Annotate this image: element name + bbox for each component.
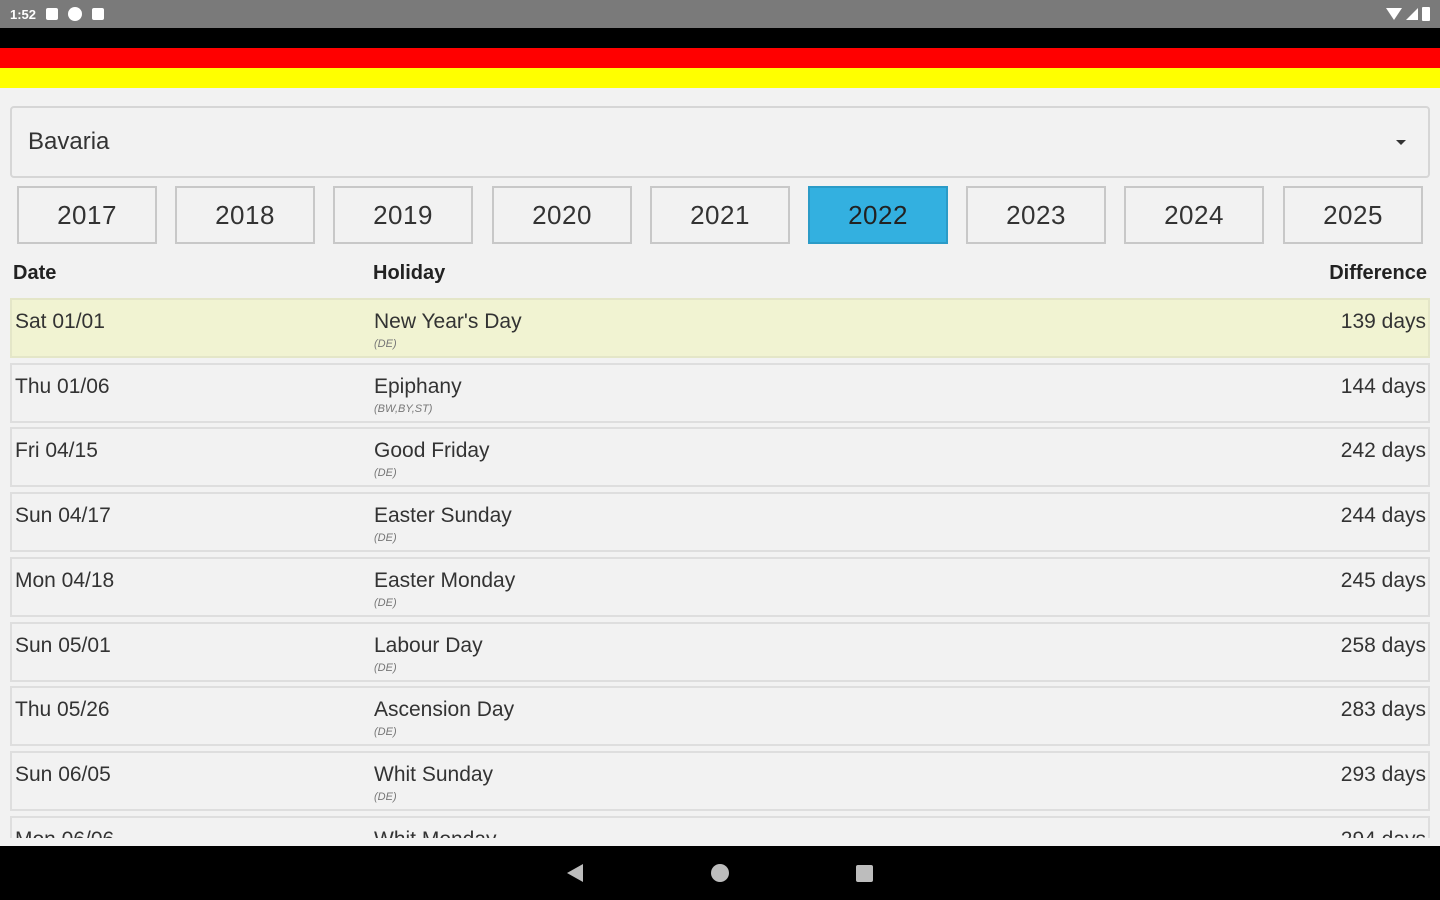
sd-card-icon	[92, 8, 105, 20]
table-row[interactable]: Sat 01/01 New Year's Day (DE) 139 days	[10, 298, 1430, 358]
header-difference: Difference	[1329, 262, 1427, 284]
recents-icon[interactable]	[856, 865, 873, 882]
holiday-date: Sun 04/17	[15, 504, 111, 527]
wifi-icon	[1386, 8, 1402, 20]
holiday-region: (DE)	[374, 338, 397, 350]
holiday-region: (DE)	[374, 467, 397, 479]
battery-icon	[1422, 7, 1430, 21]
holiday-name: Easter Monday	[374, 569, 516, 592]
year-button-2019[interactable]: 2019	[333, 186, 473, 244]
holiday-date: Thu 01/06	[15, 375, 110, 398]
holiday-region: (DE)	[374, 726, 397, 738]
table-row[interactable]: Mon 06/06Whit Monday(DE)294 days	[10, 816, 1430, 838]
flag-stripe-red	[0, 48, 1440, 68]
holiday-name: Whit Sunday	[374, 763, 494, 786]
holiday-difference: 294 days	[1341, 828, 1426, 838]
holiday-date: Sat 01/01	[15, 310, 105, 333]
status-bar: 1:52	[0, 0, 1440, 28]
table-header: Date Holiday Difference	[13, 262, 1427, 288]
holiday-difference: 144 days	[1340, 375, 1426, 398]
flag-stripe-gold	[0, 68, 1440, 88]
data-saver-icon	[68, 7, 83, 21]
dropdown-arrow-icon	[1396, 139, 1406, 145]
table-row[interactable]: Fri 04/15 Good Friday (DE) 242 days	[10, 427, 1430, 487]
table-row[interactable]: Thu 05/26 Ascension Day (DE) 283 days	[10, 686, 1430, 746]
status-right	[1386, 7, 1430, 21]
holiday-difference: 244 days	[1340, 504, 1426, 527]
holiday-difference: 245 days	[1340, 569, 1426, 592]
holiday-date: Fri 04/15	[15, 439, 98, 462]
holiday-list[interactable]: Sat 01/01 New Year's Day (DE) 139 days Thu 0…	[10, 298, 1430, 838]
year-button-2020[interactable]: 2020	[492, 186, 632, 244]
holiday-date: Mon 06/06	[15, 828, 114, 838]
navigation-bar	[0, 846, 1440, 900]
home-icon[interactable]	[711, 864, 729, 882]
holiday-region: (DE)	[374, 791, 397, 803]
holiday-name: Ascension Day	[374, 698, 515, 721]
year-button-2022[interactable]: 2022	[808, 186, 948, 244]
table-row[interactable]: Mon 04/18 Easter Monday (DE) 245 days	[10, 557, 1430, 617]
holiday-name: Epiphany	[374, 375, 462, 398]
year-button-2025[interactable]: 2025	[1283, 186, 1423, 244]
holiday-difference: 258 days	[1340, 634, 1426, 657]
holiday-name: New Year's Day	[374, 310, 522, 333]
year-selector: 2017 2018 2019 2020 2021 2022 2023 2024 2025	[17, 186, 1423, 244]
year-button-2023[interactable]: 2023	[966, 186, 1106, 244]
signal-icon	[1406, 8, 1418, 20]
status-left: 1:52	[10, 6, 105, 22]
region-dropdown[interactable]: Bavaria	[10, 106, 1430, 178]
year-button-2018[interactable]: 2018	[175, 186, 315, 244]
germany-flag-banner	[0, 28, 1440, 88]
year-button-2021[interactable]: 2021	[650, 186, 790, 244]
holiday-region: (BW,BY,ST)	[374, 403, 433, 415]
holiday-difference: 283 days	[1340, 698, 1426, 721]
holiday-name: Good Friday	[374, 439, 490, 462]
holiday-name: Easter Sunday	[374, 504, 512, 527]
holiday-date: Sun 06/05	[15, 763, 111, 786]
table-row[interactable]: Sun 06/05 Whit Sunday (DE) 293 days	[10, 751, 1430, 811]
region-dropdown-value: Bavaria	[28, 128, 110, 155]
notification-icon	[46, 8, 59, 20]
table-row[interactable]: Sun 04/17 Easter Sunday (DE) 244 days	[10, 492, 1430, 552]
holiday-name: Whit Monday	[374, 828, 497, 838]
holiday-difference: 242 days	[1340, 439, 1426, 462]
header-holiday: Holiday	[373, 262, 446, 284]
flag-stripe-black	[0, 28, 1440, 48]
year-button-2024[interactable]: 2024	[1124, 186, 1264, 244]
table-row[interactable]: Sun 05/01 Labour Day (DE) 258 days	[10, 622, 1430, 682]
back-icon[interactable]	[567, 864, 583, 882]
holiday-region: (DE)	[374, 597, 397, 609]
holiday-name: Labour Day	[374, 634, 483, 657]
holiday-region: (DE)	[374, 662, 397, 674]
status-time: 1:52	[10, 6, 37, 22]
holiday-difference: 139 days	[1340, 310, 1426, 333]
holiday-date: Sun 05/01	[15, 634, 111, 657]
header-date: Date	[13, 262, 57, 284]
holiday-difference: 293 days	[1340, 763, 1426, 786]
year-button-2017[interactable]: 2017	[17, 186, 157, 244]
table-row[interactable]: Thu 01/06 Epiphany (BW,BY,ST) 144 days	[10, 363, 1430, 423]
holiday-date: Thu 05/26	[15, 698, 110, 721]
holiday-region: (DE)	[374, 532, 397, 544]
holiday-date: Mon 04/18	[15, 569, 115, 592]
